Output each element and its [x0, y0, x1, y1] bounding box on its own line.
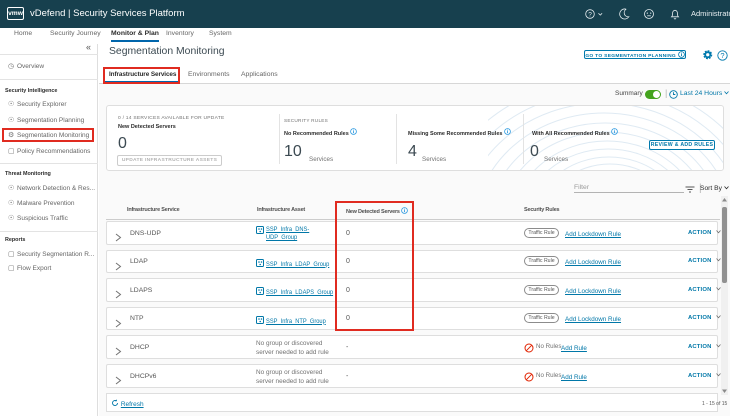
svg-text:?: ? [720, 51, 724, 60]
svg-text:?: ? [588, 11, 592, 18]
